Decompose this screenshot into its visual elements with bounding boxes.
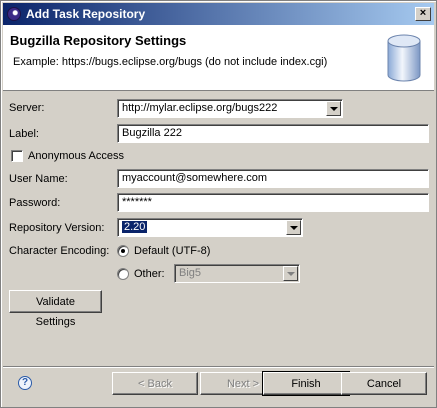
window-title: Add Task Repository bbox=[26, 7, 146, 21]
title-bar[interactable]: Add Task Repository × bbox=[3, 3, 434, 25]
password-value: ******* bbox=[122, 196, 152, 208]
page-title: Bugzilla Repository Settings bbox=[10, 33, 187, 48]
username-input[interactable]: myaccount@somewhere.com bbox=[117, 169, 429, 188]
cancel-button[interactable]: Cancel bbox=[341, 372, 427, 395]
encoding-other-combo[interactable]: Big5 bbox=[174, 264, 300, 283]
username-value: myaccount@somewhere.com bbox=[122, 172, 268, 184]
back-button[interactable]: < Back bbox=[112, 372, 198, 395]
repository-version-value: 2.20 bbox=[120, 220, 149, 234]
anonymous-access-label: Anonymous Access bbox=[28, 150, 124, 162]
encoding-other-radio[interactable] bbox=[117, 268, 129, 280]
finish-button[interactable]: Finish bbox=[262, 371, 350, 396]
server-value: http://mylar.eclipse.org/bugs222 bbox=[122, 102, 278, 114]
database-icon bbox=[387, 34, 421, 82]
label-field-label: Label: bbox=[9, 128, 39, 140]
encoding-other-label: Other: bbox=[134, 268, 165, 280]
anonymous-access-checkbox[interactable] bbox=[11, 150, 23, 162]
password-input[interactable]: ******* bbox=[117, 193, 429, 212]
repository-version-combo[interactable]: 2.20 bbox=[117, 218, 303, 237]
help-icon[interactable]: ? bbox=[18, 376, 32, 390]
password-label: Password: bbox=[9, 197, 61, 209]
chevron-down-icon[interactable] bbox=[286, 220, 301, 235]
footer-separator bbox=[3, 366, 434, 368]
encoding-default-radio[interactable] bbox=[117, 245, 129, 257]
page-description: Example: https://bugs.eclipse.org/bugs (… bbox=[13, 56, 328, 68]
encoding-other-value: Big5 bbox=[179, 267, 202, 279]
close-button[interactable]: × bbox=[415, 7, 431, 21]
encoding-default-label: Default (UTF-8) bbox=[134, 245, 211, 257]
repository-version-label: Repository Version: bbox=[9, 222, 105, 234]
label-input[interactable]: Bugzilla 222 bbox=[117, 124, 429, 143]
chevron-down-icon[interactable] bbox=[326, 101, 341, 116]
header-banner: Bugzilla Repository Settings Example: ht… bbox=[3, 25, 434, 91]
validate-settings-button[interactable]: Validate Settings bbox=[9, 290, 102, 328]
eclipse-icon bbox=[7, 7, 21, 21]
server-combo[interactable]: http://mylar.eclipse.org/bugs222 bbox=[117, 99, 343, 118]
username-label: User Name: bbox=[9, 173, 68, 185]
add-task-repository-dialog: Add Task Repository × Bugzilla Repositor… bbox=[0, 0, 437, 408]
label-input-value: Bugzilla 222 bbox=[122, 127, 182, 139]
server-label: Server: bbox=[9, 102, 45, 114]
chevron-down-icon bbox=[283, 266, 298, 281]
character-encoding-label: Character Encoding: bbox=[9, 245, 110, 257]
